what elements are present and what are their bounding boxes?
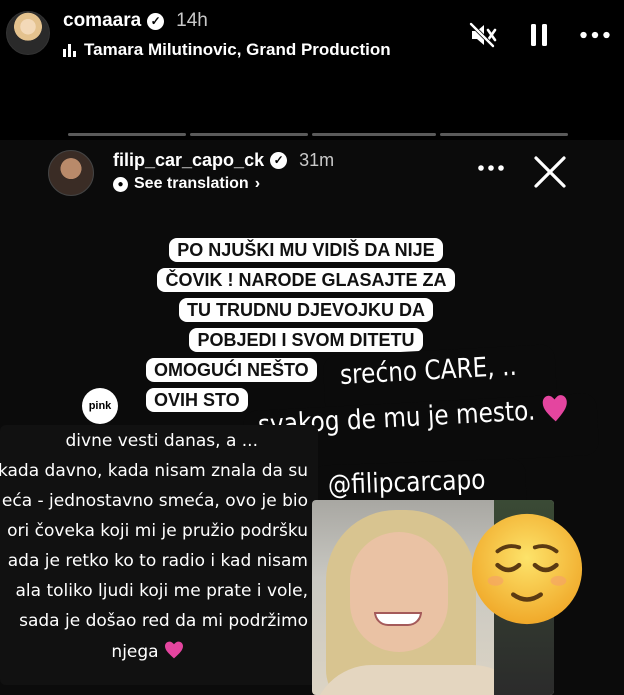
outer-user-row[interactable]: comaara ✓ 14h <box>63 10 208 32</box>
story-controls <box>468 20 610 50</box>
quote-line: TU TRUDNU DJEVOJKU DA <box>178 298 434 322</box>
outer-username[interactable]: comaara <box>63 10 141 32</box>
heart-icon <box>165 641 183 659</box>
more-icon[interactable] <box>478 158 504 176</box>
mention-tag[interactable]: @filipcarcapo <box>327 465 485 501</box>
text-line: eća - jednostavno smeća, ovo je bio <box>1 491 308 511</box>
music-label: Tamara Milutinovic, Grand Production <box>84 40 391 59</box>
text-line: ori čoveka koji mi je pružio podršku <box>7 521 308 541</box>
music-attribution[interactable]: Tamara Milutinovic, Grand Production <box>63 40 391 60</box>
quote-line: OVIH STO <box>146 388 248 412</box>
mute-icon[interactable] <box>468 20 498 50</box>
verified-icon: ✓ <box>147 12 165 30</box>
text-line-last: njega <box>111 641 184 662</box>
screenshot-text-block: divne vesti danas, a ... kada davno, kad… <box>0 425 318 685</box>
outer-avatar[interactable] <box>6 11 50 55</box>
outer-story-header: comaara ✓ 14h Tamara Milutinovic, Grand … <box>0 0 624 80</box>
story-progress-segment <box>190 133 308 136</box>
pink-logo: pink <box>82 388 118 424</box>
story-progress-segment <box>68 133 186 136</box>
close-icon[interactable] <box>530 152 570 192</box>
outer-post-time: 14h <box>176 10 208 31</box>
text-line: sada je došao red da mi podržimo <box>19 611 308 631</box>
music-bars-icon <box>63 43 76 57</box>
inner-user-row[interactable]: filip_car_capo_ck ✓ 31m <box>113 150 334 171</box>
photo-face <box>350 532 448 652</box>
photo-smile <box>374 612 422 626</box>
text-line: kada davno, kada nisam znala da su <box>0 461 308 481</box>
inner-post-time: 31m <box>299 150 335 170</box>
pause-icon[interactable] <box>524 20 554 50</box>
story-progress-segment <box>312 133 436 136</box>
text-line: ada je retko ko to radio i kad nisam <box>7 551 308 571</box>
inner-avatar[interactable] <box>48 150 94 196</box>
heart-icon <box>543 395 568 422</box>
text-line: divne vesti danas, a ... <box>65 431 258 451</box>
quote-line: PO NJUŠKI MU VIDIŠ DA NIJE <box>169 238 443 262</box>
text-line: ala toliko ljudi koji me prate i vole, <box>15 581 308 601</box>
more-icon[interactable] <box>580 20 610 50</box>
chevron-right-icon: › <box>254 175 261 192</box>
story-progress-segment <box>440 133 568 136</box>
verified-icon: ✓ <box>270 152 288 169</box>
relieved-face-emoji <box>471 513 583 625</box>
quote-line: OMOGUĆI NEŠTO <box>146 358 317 382</box>
quote-line: POBJEDI I SVOM DITETU <box>189 328 423 352</box>
embedded-story: filip_car_capo_ck ✓ 31m ● See translatio… <box>0 140 624 695</box>
translate-icon: ● <box>113 176 128 192</box>
inner-username[interactable]: filip_car_capo_ck <box>113 150 264 171</box>
quote-line: ČOVIK ! NARODE GLASAJTE ZA <box>157 268 455 292</box>
see-translation-label: See translation <box>134 175 249 192</box>
text-line: njega <box>111 642 159 662</box>
see-translation-link[interactable]: ● See translation › <box>113 175 260 193</box>
